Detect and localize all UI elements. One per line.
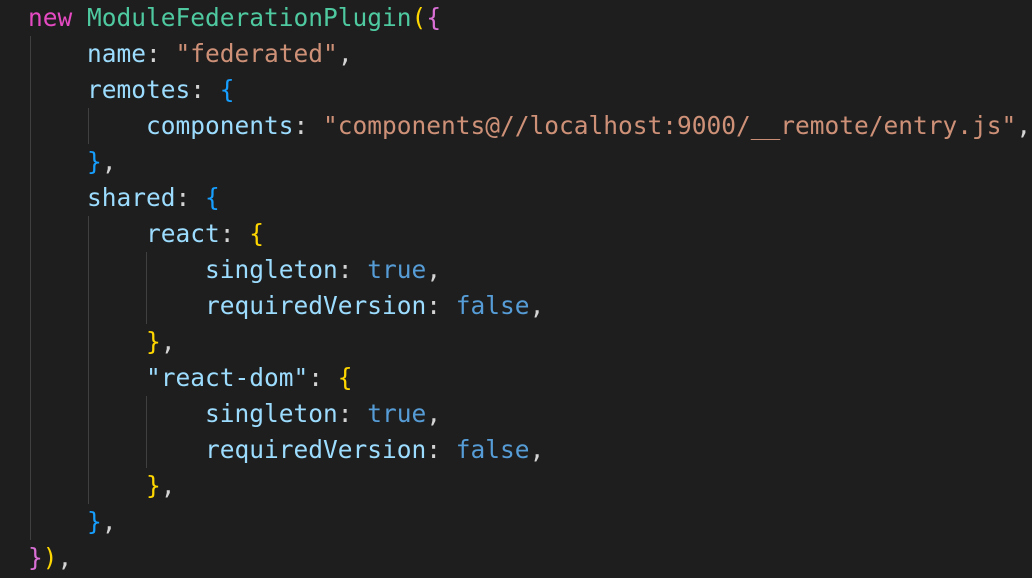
boolean-token: false	[455, 435, 530, 464]
class-name-token: ModuleFederationPlugin	[87, 3, 412, 32]
brace-token: {	[219, 75, 235, 104]
boolean-token: true	[367, 399, 427, 428]
code-line: },	[28, 468, 1031, 504]
brace-token: {	[249, 219, 265, 248]
comma-token: ,	[426, 399, 442, 428]
colon-token: :	[308, 363, 338, 392]
colon-token: :	[426, 291, 456, 320]
code-block: new ModuleFederationPlugin({ name: "fede…	[28, 0, 1031, 576]
property-token: singleton	[205, 255, 338, 284]
code-line: react: {	[28, 216, 1031, 252]
string-token: "components@//localhost:9000/__remote/en…	[323, 111, 1017, 140]
property-token: requiredVersion	[205, 291, 427, 320]
brace-token: }	[87, 147, 102, 176]
string-token: "federated"	[175, 39, 338, 68]
property-token: "react-dom"	[146, 363, 309, 392]
colon-token: :	[219, 219, 250, 248]
code-line: shared: {	[28, 180, 1031, 216]
property-token: shared	[87, 183, 176, 212]
property-token: singleton	[205, 399, 338, 428]
comma-token: ,	[160, 471, 176, 500]
colon-token: :	[426, 435, 456, 464]
code-line: },	[28, 144, 1031, 180]
code-line: remotes: {	[28, 72, 1031, 108]
code-line: },	[28, 324, 1031, 360]
brace-token: }	[28, 543, 43, 572]
code-line: requiredVersion: false,	[28, 432, 1031, 468]
comma-token: ,	[101, 507, 117, 536]
property-token: remotes	[87, 75, 191, 104]
code-line: singleton: true,	[28, 252, 1031, 288]
code-line: requiredVersion: false,	[28, 288, 1031, 324]
comma-token: ,	[337, 39, 353, 68]
boolean-token: true	[367, 255, 427, 284]
colon-token: :	[293, 111, 324, 140]
brace-token: }	[146, 471, 161, 500]
code-line: singleton: true,	[28, 396, 1031, 432]
code-line: name: "federated",	[28, 36, 1031, 72]
colon-token: :	[337, 399, 368, 428]
property-token: name	[87, 39, 147, 68]
keyword-token: new	[28, 3, 73, 32]
code-line: new ModuleFederationPlugin({	[28, 0, 1031, 36]
colon-token: :	[146, 39, 176, 68]
code-line: "react-dom": {	[28, 360, 1031, 396]
paren-token: )	[42, 543, 58, 572]
comma-token: ,	[101, 147, 117, 176]
property-token: requiredVersion	[205, 435, 427, 464]
code-line: components: "components@//localhost:9000…	[28, 108, 1031, 144]
comma-token: ,	[529, 435, 545, 464]
boolean-token: false	[455, 291, 530, 320]
comma-token: ,	[529, 291, 545, 320]
brace-token: {	[426, 3, 442, 32]
comma-token: ,	[426, 255, 442, 284]
colon-token: :	[175, 183, 206, 212]
comma-token: ,	[57, 543, 73, 572]
brace-token: }	[87, 507, 102, 536]
paren-token: (	[411, 3, 427, 32]
code-line: },	[28, 504, 1031, 540]
comma-token: ,	[1016, 111, 1032, 140]
brace-token: {	[337, 363, 353, 392]
colon-token: :	[190, 75, 220, 104]
property-token: components	[146, 111, 294, 140]
brace-token: }	[146, 327, 161, 356]
brace-token: {	[205, 183, 220, 212]
code-line: }),	[28, 540, 1031, 576]
property-token: react	[146, 219, 220, 248]
code-editor[interactable]: new ModuleFederationPlugin({ name: "fede…	[0, 0, 1032, 578]
colon-token: :	[337, 255, 368, 284]
comma-token: ,	[160, 327, 176, 356]
